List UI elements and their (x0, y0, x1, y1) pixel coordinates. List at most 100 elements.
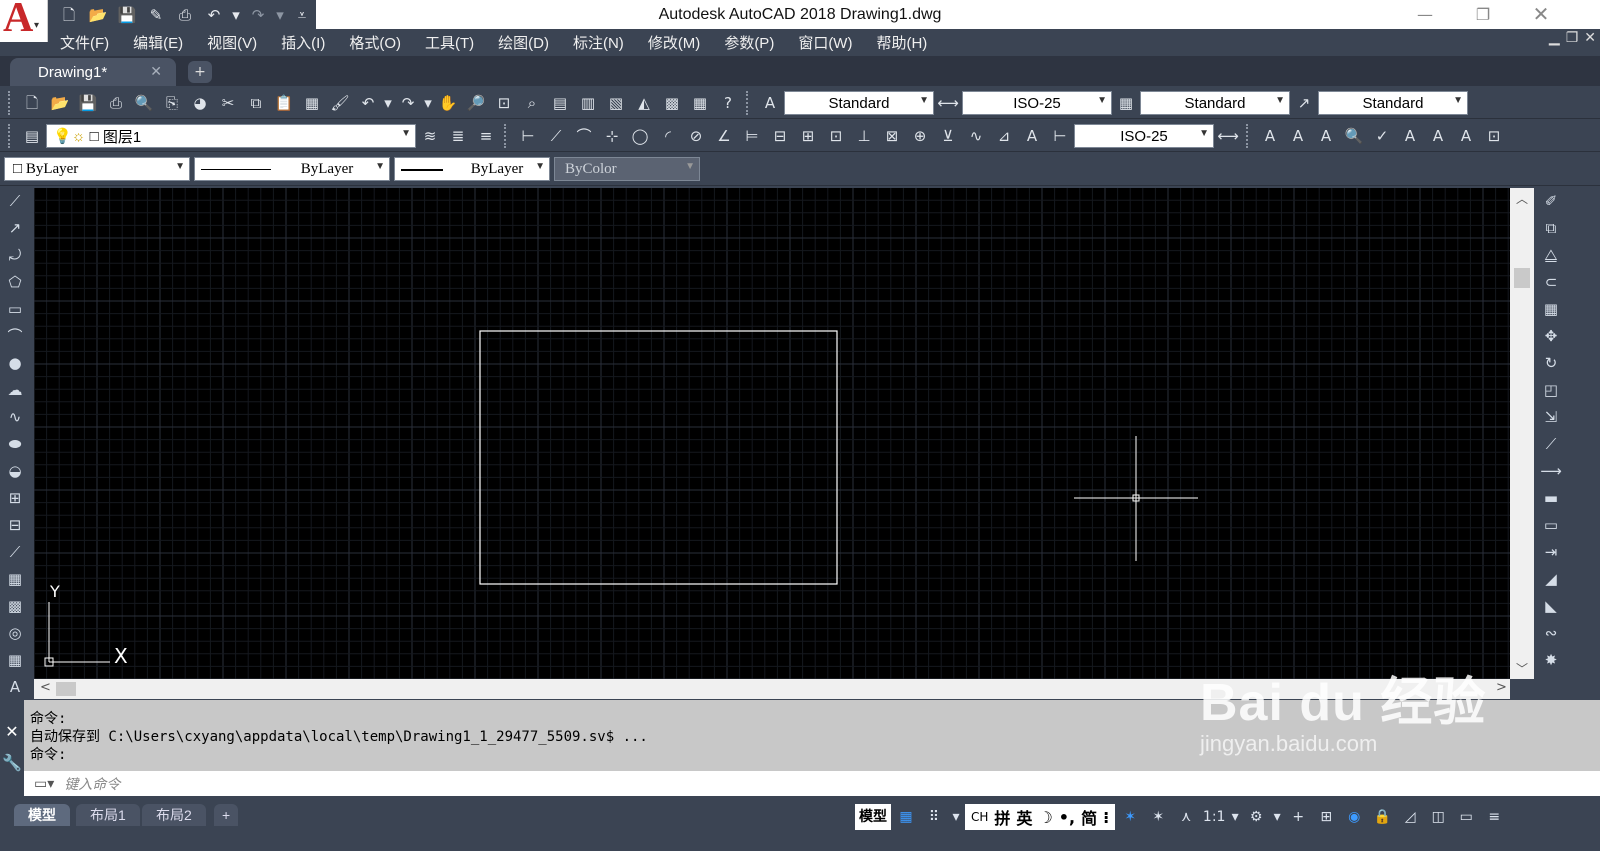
linear-dim-icon[interactable]: ⊢ (514, 123, 542, 149)
grid-icon[interactable]: ▦ (893, 804, 919, 830)
arc-icon[interactable]: ⌒ (0, 323, 30, 350)
array-icon[interactable]: ▦ (1536, 296, 1566, 323)
radius-dim-icon[interactable]: ◯ (626, 123, 654, 149)
sheet-set-icon[interactable]: ◭ (630, 90, 658, 116)
polygon-icon[interactable]: ⬠ (0, 269, 30, 296)
save-as-icon[interactable]: ✎ (143, 4, 169, 26)
scroll-down-icon[interactable]: ﹀ (1516, 660, 1528, 677)
line-icon[interactable]: ⟋ (0, 188, 30, 215)
doc-restore-icon[interactable]: ❐ (1566, 30, 1579, 46)
menu-tools[interactable]: 工具(T) (413, 32, 486, 53)
justify-text-icon[interactable]: A (1452, 123, 1480, 149)
quick-dim-icon[interactable]: ⊨ (738, 123, 766, 149)
close-icon[interactable]: ✕ (0, 722, 24, 741)
menu-edit[interactable]: 编辑(E) (121, 32, 195, 53)
command-input[interactable]: ▭▾ 键入命令 (24, 771, 1600, 796)
workspace-gear-icon[interactable]: ⚙ (1243, 804, 1269, 830)
revision-cloud-icon[interactable]: ☁ (0, 377, 30, 404)
snap-icon[interactable]: ⠿ (921, 804, 947, 830)
chamfer-icon[interactable]: ◢ (1536, 566, 1566, 593)
menu-view[interactable]: 视图(V) (195, 32, 269, 53)
undo-icon[interactable]: ↶ (201, 4, 227, 26)
dim-style-icon[interactable]: ⟷ (934, 90, 962, 116)
ime-pinyin[interactable]: 拼 (994, 805, 1010, 829)
menu-insert[interactable]: 插入(I) (269, 32, 337, 53)
zoom-window-icon[interactable]: ⊡ (490, 90, 518, 116)
close-tab-icon[interactable]: ✕ (150, 63, 162, 80)
clean-screen-icon[interactable]: ▭ (1453, 804, 1479, 830)
units-icon[interactable]: ⊞ (1313, 804, 1339, 830)
mirror-icon[interactable]: ⧋ (1536, 242, 1566, 269)
pan-icon[interactable]: ✋ (434, 90, 462, 116)
find-icon[interactable]: 🔍 (1340, 123, 1368, 149)
region-icon[interactable]: ◎ (0, 620, 30, 647)
hardware-acceleration-icon[interactable]: ◫ (1425, 804, 1451, 830)
lock-ui-icon[interactable]: 🔒 (1369, 804, 1395, 830)
scale-value[interactable]: 1:1 (1201, 804, 1227, 830)
menu-file[interactable]: 文件(F) (48, 32, 121, 53)
arc-length-icon[interactable]: ⌒ (570, 123, 598, 149)
tab-layout1[interactable]: 布局1 (76, 804, 140, 826)
publish-icon[interactable]: ⎘ (158, 90, 186, 116)
ime-simplified[interactable]: 简 (1081, 805, 1097, 829)
dim-update-icon[interactable]: ⊢ (1046, 123, 1074, 149)
minimize-button[interactable]: — (1396, 0, 1454, 29)
scroll-left-icon[interactable]: < (40, 680, 51, 695)
design-center-icon[interactable]: ▥ (574, 90, 602, 116)
single-line-text-icon[interactable]: A (1284, 123, 1312, 149)
save-icon[interactable]: 💾 (114, 4, 140, 26)
menu-modify[interactable]: 修改(M) (636, 32, 713, 53)
menu-window[interactable]: 窗口(W) (786, 32, 864, 53)
ime-ch[interactable]: CH (971, 810, 988, 824)
aligned-dim-icon[interactable]: ⟋ (542, 123, 570, 149)
multileader-style-select[interactable]: Standard ▼ (1318, 91, 1468, 115)
extend-icon[interactable]: ⟶ (1536, 458, 1566, 485)
menu-draw[interactable]: 绘图(D) (486, 32, 561, 53)
erase-icon[interactable]: ✐ (1536, 188, 1566, 215)
offset-icon[interactable]: ⊂ (1536, 269, 1566, 296)
polyline-icon[interactable]: ⤾ (0, 242, 30, 269)
break-dim-icon[interactable]: ⊥ (850, 123, 878, 149)
annotation-scale-icon[interactable]: ⋏ (1173, 804, 1199, 830)
zoom-realtime-icon[interactable]: 🔎 (462, 90, 490, 116)
wrench-icon[interactable]: 🔧 (0, 753, 24, 772)
horizontal-scroll-thumb[interactable] (56, 682, 76, 696)
plot-preview-icon[interactable]: 🔍 (130, 90, 158, 116)
angular-dim-icon[interactable]: ∠ (710, 123, 738, 149)
stretch-icon[interactable]: ⇲ (1536, 404, 1566, 431)
text-style-icon[interactable]: A (756, 90, 784, 116)
match-properties-icon[interactable]: 🖌 (326, 90, 354, 116)
convert-space-icon[interactable]: ⊡ (1480, 123, 1508, 149)
dim-style-select-2[interactable]: ISO-25 ▼ (1074, 124, 1214, 148)
space-dim-icon[interactable]: ⊡ (822, 123, 850, 149)
text-style-icon[interactable]: A (1396, 123, 1424, 149)
vertical-scrollbar[interactable]: ︿ ﹀ (1510, 188, 1534, 679)
dim-edit-icon[interactable]: ⊿ (990, 123, 1018, 149)
join-icon[interactable]: ⇥ (1536, 539, 1566, 566)
baseline-dim-icon[interactable]: ⊟ (766, 123, 794, 149)
dim-style-icon[interactable]: ⟷ (1214, 123, 1242, 149)
application-menu-button[interactable]: A ▾ (0, 0, 48, 42)
scale-dropdown-icon[interactable]: ▾ (1229, 804, 1241, 830)
point-icon[interactable]: ⟋ (0, 539, 30, 566)
make-current-layer-icon[interactable]: ≋ (416, 123, 444, 149)
cut-icon[interactable]: ✂ (214, 90, 242, 116)
markup-icon[interactable]: ▩ (658, 90, 686, 116)
insert-block-icon[interactable]: ⊞ (0, 485, 30, 512)
tab-model[interactable]: 模型 (14, 804, 70, 826)
new-icon[interactable]: 🗋 (18, 90, 46, 116)
scale-icon[interactable]: ◰ (1536, 377, 1566, 404)
customize-icon[interactable]: ⩡ (289, 4, 315, 26)
undo-dropdown-icon[interactable]: ▾ (382, 90, 394, 116)
open-icon[interactable]: 📂 (46, 90, 74, 116)
rotate-icon[interactable]: ↻ (1536, 350, 1566, 377)
zoom-previous-icon[interactable]: ⌕ (518, 90, 546, 116)
jogged-dim-icon[interactable]: ◜ (654, 123, 682, 149)
doc-close-icon[interactable]: ✕ (1584, 30, 1596, 46)
break-at-point-icon[interactable]: ▬ (1536, 485, 1566, 512)
model-space-button[interactable]: 模型 (855, 804, 891, 830)
table-style-select[interactable]: Standard ▼ (1140, 91, 1290, 115)
layer-properties-icon[interactable]: ▤ (18, 123, 46, 149)
new-tab-button[interactable]: + (188, 61, 212, 83)
table-icon[interactable]: ▦ (0, 647, 30, 674)
